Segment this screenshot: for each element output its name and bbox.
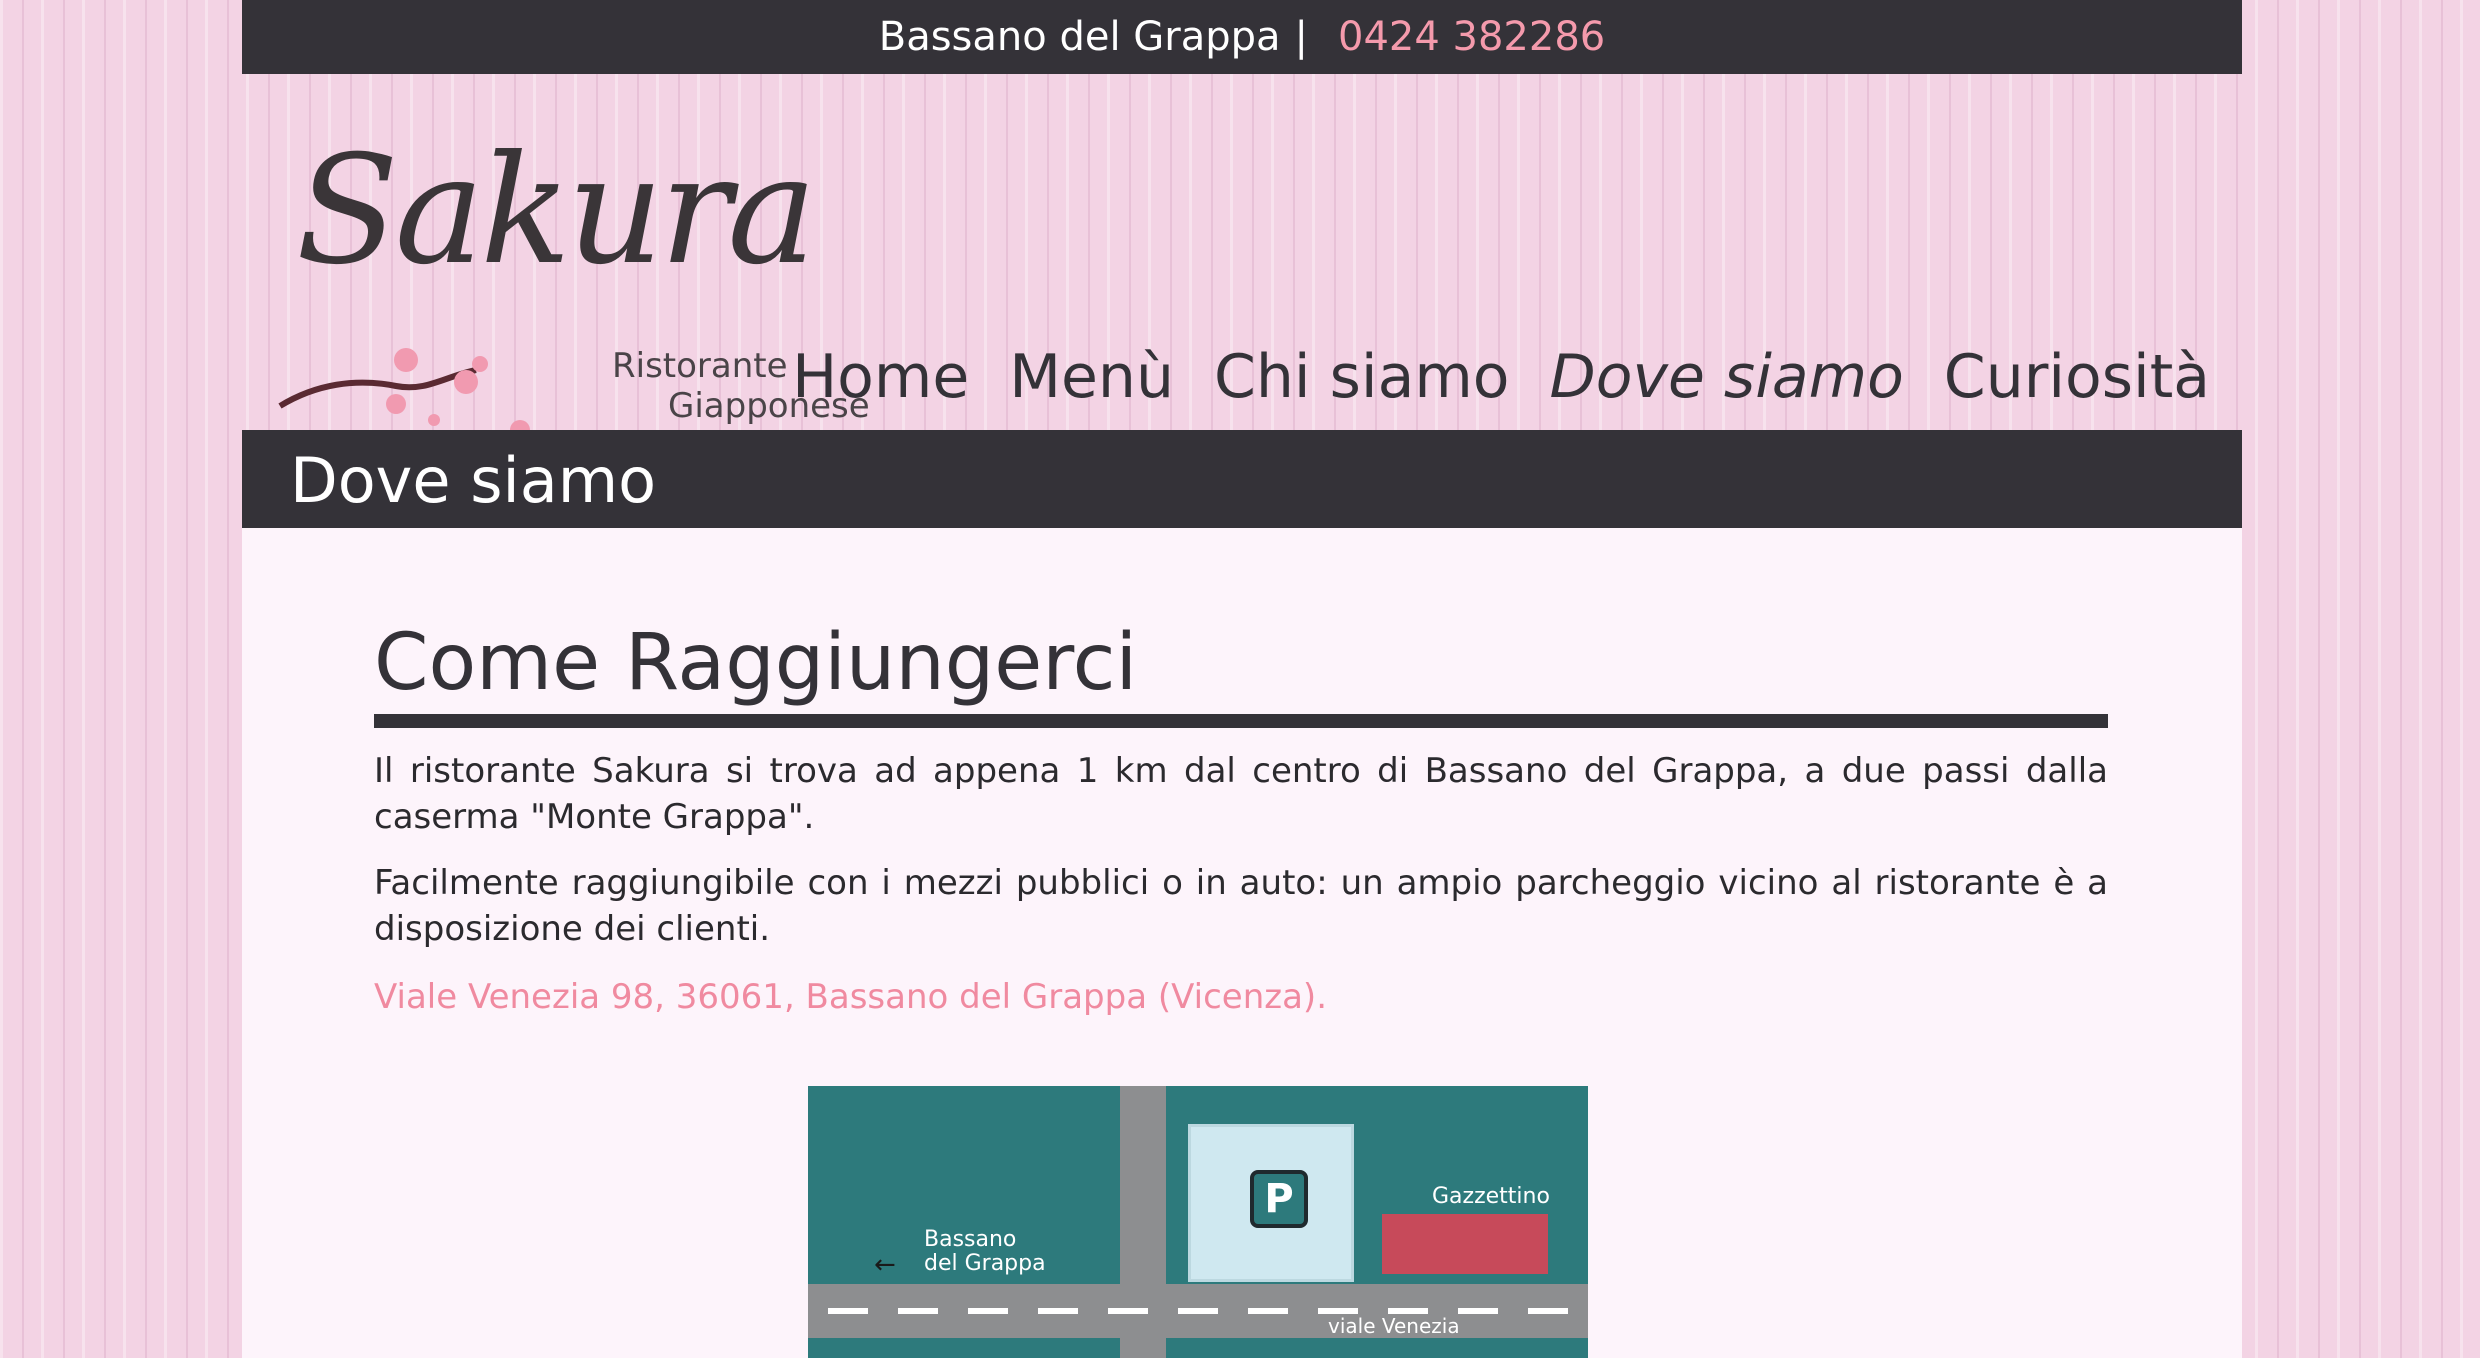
access-paragraph: Facilmente raggiungibile con i mezzi pub…: [374, 863, 2108, 949]
map-street-label: viale Venezia: [1328, 1314, 1460, 1338]
page-wrapper: Bassano del Grappa | 0424 382286 Sakura …: [242, 0, 2242, 1358]
phone-link[interactable]: 0424 382286: [1338, 14, 1605, 60]
location-map: P Gazzettino ← Bassano del Grappa viale …: [808, 1086, 1588, 1358]
page-title-bar: Dove siamo: [242, 430, 2242, 528]
main-content: Come Raggiungerci Il ristorante Sakura s…: [242, 528, 2242, 1358]
separator: |: [1294, 14, 1309, 60]
section-heading: Come Raggiungerci: [374, 618, 2108, 728]
parking-icon: P: [1250, 1170, 1308, 1228]
top-contact-bar: Bassano del Grappa | 0424 382286: [242, 0, 2242, 74]
nav-item-chi-siamo[interactable]: Chi siamo: [1214, 342, 1510, 412]
page-title: Dove siamo: [290, 444, 657, 517]
map-gazzettino-label: Gazzettino: [1432, 1184, 1550, 1209]
main-navigation: Home Menù Chi siamo Dove siamo Curiosità: [792, 342, 2210, 412]
city-label: Bassano del Grappa: [878, 14, 1281, 60]
address-text[interactable]: Viale Venezia 98, 36061, Bassano del Gra…: [374, 974, 2108, 1020]
logo-wordmark: Sakura: [296, 124, 817, 298]
nav-item-home[interactable]: Home: [792, 342, 969, 412]
content-inner: Come Raggiungerci Il ristorante Sakura s…: [374, 618, 2108, 1020]
map-gazzettino-building: [1382, 1214, 1548, 1274]
map-bassano-label: Bassano del Grappa: [924, 1228, 1046, 1276]
nav-item-menu[interactable]: Menù: [1009, 342, 1174, 412]
map-bassano-line2: del Grappa: [924, 1251, 1046, 1276]
arrow-left-icon: ←: [874, 1250, 896, 1280]
intro-paragraph: Il ristorante Sakura si trova ad appena …: [374, 751, 2108, 837]
nav-item-curiosita[interactable]: Curiosità: [1944, 342, 2210, 412]
restaurant-logo[interactable]: Sakura Ristorante Giapponese: [276, 124, 876, 464]
site-header: Sakura Ristorante Giapponese Home Menù C…: [242, 74, 2242, 440]
nav-item-dove-siamo[interactable]: Dove siamo: [1550, 342, 1904, 412]
map-bassano-line1: Bassano: [924, 1227, 1017, 1252]
logo-subtitle-ristorante: Ristorante: [612, 346, 788, 386]
